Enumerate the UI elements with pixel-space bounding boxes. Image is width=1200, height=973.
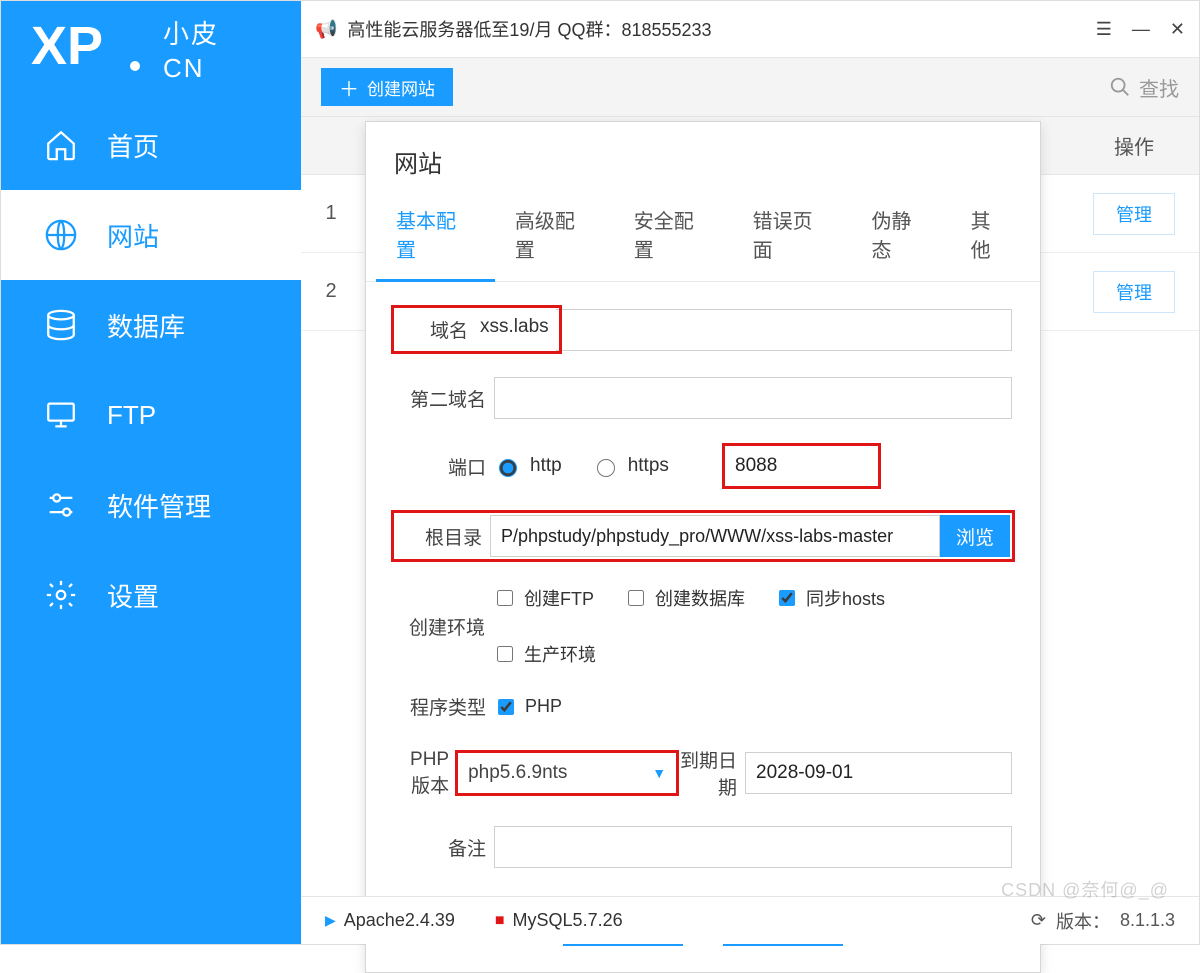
stop-icon: ■ <box>495 913 505 929</box>
second-domain-input[interactable] <box>494 377 1012 419</box>
logo-line2: CN <box>163 51 219 85</box>
tab-basic[interactable]: 基本配置 <box>376 193 495 282</box>
chk-php[interactable]: PHP <box>494 696 562 718</box>
logo-line1: 小皮 <box>163 17 219 51</box>
home-icon <box>41 125 81 165</box>
logo: XP 小皮 CN <box>1 1 301 96</box>
expire-input[interactable] <box>745 752 1012 794</box>
toolbar: ＋ 创建网站 查找 <box>301 57 1199 117</box>
nav-label: 数据库 <box>107 307 185 344</box>
create-site-button[interactable]: ＋ 创建网站 <box>321 68 453 106</box>
modal-form: 域名 xss.labs 第二域名 端口 http https 根目录 <box>366 282 1040 904</box>
label-root: 根目录 <box>396 523 482 550</box>
tab-security[interactable]: 安全配置 <box>614 193 733 281</box>
php-version-select[interactable]: php5.6.9nts ▼ <box>457 752 677 794</box>
domain-input[interactable] <box>556 309 1012 351</box>
row-number: 2 <box>301 280 361 303</box>
globe-icon <box>41 215 81 255</box>
nav-site[interactable]: 网站 <box>1 190 301 280</box>
nav-db[interactable]: 数据库 <box>1 280 301 370</box>
root-input[interactable] <box>490 515 940 557</box>
nav-label: FTP <box>107 400 156 431</box>
menu-icon[interactable]: ☰ <box>1096 19 1112 40</box>
refresh-icon[interactable]: ⟳ <box>1031 910 1046 931</box>
label-expire: 到期日期 <box>677 746 737 800</box>
row-number: 1 <box>301 202 361 225</box>
version-value: 8.1.1.3 <box>1120 910 1175 931</box>
domain-value[interactable]: xss.labs <box>480 308 559 351</box>
chk-hosts[interactable]: 同步hosts <box>775 585 885 611</box>
radio-http[interactable]: http <box>494 455 562 477</box>
radio-https[interactable]: https <box>592 455 669 477</box>
topbar: 📢 高性能云服务器低至19/月 QQ群：818555233 ☰ — ✕ <box>301 1 1199 57</box>
tab-rewrite[interactable]: 伪静态 <box>851 193 950 281</box>
nav-settings[interactable]: 设置 <box>1 550 301 640</box>
tab-error[interactable]: 错误页面 <box>733 193 852 281</box>
nav-software[interactable]: 软件管理 <box>1 460 301 550</box>
speaker-icon: 📢 <box>315 19 337 40</box>
label-env: 创建环境 <box>394 613 485 640</box>
chevron-down-icon: ▼ <box>652 765 666 781</box>
version-label: 版本： <box>1056 908 1110 934</box>
close-icon[interactable]: ✕ <box>1170 19 1185 40</box>
gear-icon <box>41 575 81 615</box>
ftp-icon <box>41 395 81 435</box>
modal-tabs: 基本配置 高级配置 安全配置 错误页面 伪静态 其他 <box>366 193 1040 282</box>
note-input[interactable] <box>494 826 1012 868</box>
col-operation: 操作 <box>1069 131 1199 160</box>
manage-button[interactable]: 管理 <box>1093 193 1175 235</box>
nav-label: 首页 <box>107 127 159 164</box>
minimize-icon[interactable]: — <box>1132 19 1150 40</box>
chk-prod[interactable]: 生产环境 <box>493 641 596 667</box>
chk-ftp[interactable]: 创建FTP <box>493 585 594 611</box>
manage-button[interactable]: 管理 <box>1093 271 1175 313</box>
nav-label: 软件管理 <box>107 487 211 524</box>
site-modal: 网站 基本配置 高级配置 安全配置 错误页面 伪静态 其他 域名 xss.lab… <box>365 121 1041 973</box>
browse-button[interactable]: 浏览 <box>940 515 1010 557</box>
label-note: 备注 <box>394 834 486 861</box>
status-bar: ▶Apache2.4.39 ■MySQL5.7.26 ⟳ 版本： 8.1.1.3 <box>301 896 1199 944</box>
label-domain: 域名 <box>394 308 472 351</box>
tab-other[interactable]: 其他 <box>951 193 1030 281</box>
search-label: 查找 <box>1139 73 1179 102</box>
label-port: 端口 <box>394 453 486 480</box>
svg-text:XP: XP <box>31 16 103 76</box>
modal-title: 网站 <box>366 122 1040 193</box>
nav-ftp[interactable]: FTP <box>1 370 301 460</box>
nav-home[interactable]: 首页 <box>1 100 301 190</box>
plus-icon: ＋ <box>339 73 359 102</box>
search-icon <box>1109 76 1131 98</box>
chk-db[interactable]: 创建数据库 <box>624 585 745 611</box>
sidebar: XP 小皮 CN 首页 网站 数据库 FTP <box>1 1 301 944</box>
label-second: 第二域名 <box>394 385 486 412</box>
nav-label: 网站 <box>107 217 159 254</box>
sliders-icon <box>41 485 81 525</box>
tab-advanced[interactable]: 高级配置 <box>495 193 614 281</box>
label-phpver: PHP版本 <box>394 749 449 798</box>
port-input[interactable] <box>724 445 879 487</box>
announcement: 高性能云服务器低至19/月 QQ群：818555233 <box>347 16 711 42</box>
label-type: 程序类型 <box>394 693 486 720</box>
search-area[interactable]: 查找 <box>1109 73 1179 102</box>
nav: 首页 网站 数据库 FTP 软件管理 设置 <box>1 100 301 640</box>
apache-status[interactable]: ▶Apache2.4.39 <box>325 910 455 931</box>
nav-label: 设置 <box>107 577 159 614</box>
create-label: 创建网站 <box>367 75 435 100</box>
php-version-value: php5.6.9nts <box>468 762 567 784</box>
play-icon: ▶ <box>325 912 336 929</box>
database-icon <box>41 305 81 345</box>
mysql-status[interactable]: ■MySQL5.7.26 <box>495 910 623 931</box>
